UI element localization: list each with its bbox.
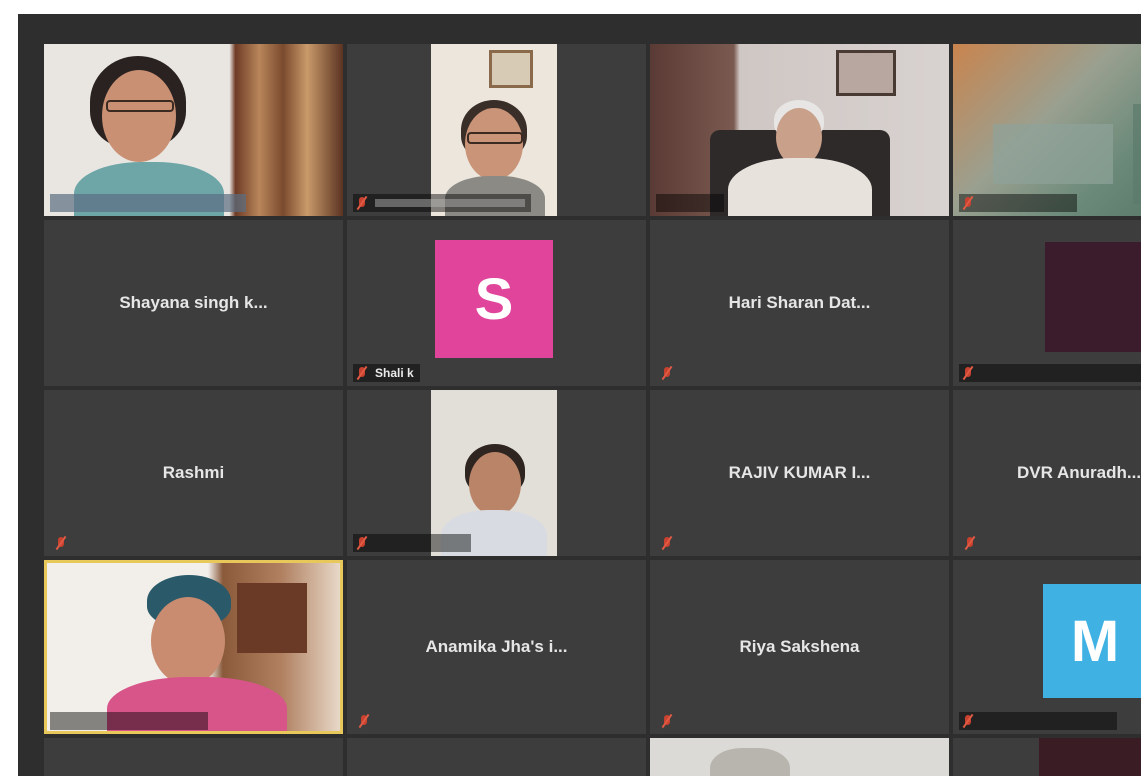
participant-name-label: [959, 364, 1141, 382]
participant-video: [953, 44, 1141, 216]
participant-tile-18[interactable]: [347, 738, 646, 776]
participant-tile-2[interactable]: [347, 44, 646, 216]
participant-name: Shayana singh k...: [119, 293, 268, 312]
participant-name: Hari Sharan Dat...: [728, 293, 871, 312]
participant-avatar: S: [435, 240, 553, 358]
participant-tile-10[interactable]: [347, 390, 646, 556]
participant-video: [650, 44, 949, 216]
muted-microphone-icon: [357, 714, 371, 728]
participant-name-label: [353, 534, 471, 552]
muted-microphone-icon: [961, 366, 975, 380]
muted-microphone-icon: [355, 536, 369, 550]
participant-name: Anamika Jha's i...: [425, 637, 568, 656]
muted-microphone-icon: [355, 366, 369, 380]
participant-tile-19[interactable]: [650, 738, 949, 776]
participant-tile-11[interactable]: RAJIV KUMAR I...: [650, 390, 949, 556]
muted-microphone-icon: [961, 196, 975, 210]
participant-tile-12[interactable]: DVR Anuradh...: [953, 390, 1141, 556]
participant-name: RAJIV KUMAR I...: [728, 463, 871, 482]
participant-tile-15[interactable]: Riya Sakshena: [650, 560, 949, 734]
participant-tile-3[interactable]: [650, 44, 949, 216]
muted-microphone-icon: [54, 536, 68, 550]
participant-tile-8[interactable]: [953, 220, 1141, 386]
participant-grid: Shayana singh k... S Shali k Hari Sharan…: [44, 44, 1141, 776]
participant-tile-16[interactable]: M: [953, 560, 1141, 734]
participant-video: [1045, 242, 1141, 352]
participant-tile-6[interactable]: S Shali k: [347, 220, 646, 386]
participant-tile-5[interactable]: Shayana singh k...: [44, 220, 343, 386]
video-conference-window: Shayana singh k... S Shali k Hari Sharan…: [18, 14, 1141, 776]
participant-avatar: M: [1043, 584, 1141, 698]
participant-video: [47, 563, 340, 731]
participant-tile-17[interactable]: [44, 738, 343, 776]
participant-video: [44, 44, 343, 216]
participant-name-label: [656, 194, 724, 212]
participant-video: [431, 390, 557, 556]
participant-name: Shali k: [375, 366, 414, 380]
muted-microphone-icon: [355, 196, 369, 210]
participant-tile-20[interactable]: [953, 738, 1141, 776]
participant-name: DVR Anuradh...: [1017, 463, 1141, 482]
participant-name-label: [959, 194, 1077, 212]
muted-microphone-icon: [660, 536, 674, 550]
participant-tile-14[interactable]: Anamika Jha's i...: [347, 560, 646, 734]
participant-name-label: [959, 712, 1117, 730]
participant-name-label: [353, 194, 531, 212]
participant-tile-9[interactable]: Rashmi: [44, 390, 343, 556]
muted-microphone-icon: [961, 714, 975, 728]
participant-name-label: [50, 194, 246, 212]
participant-name: Riya Sakshena: [739, 637, 860, 656]
muted-microphone-icon: [963, 536, 977, 550]
participant-name-label: Shali k: [353, 364, 420, 382]
participant-video: [431, 44, 557, 216]
participant-tile-1[interactable]: [44, 44, 343, 216]
participant-tile-7[interactable]: Hari Sharan Dat...: [650, 220, 949, 386]
participant-name: Rashmi: [162, 463, 225, 482]
participant-tile-4[interactable]: [953, 44, 1141, 216]
participant-tile-active-speaker[interactable]: [44, 560, 343, 734]
participant-name-label: [50, 712, 208, 730]
muted-microphone-icon: [660, 366, 674, 380]
muted-microphone-icon: [660, 714, 674, 728]
